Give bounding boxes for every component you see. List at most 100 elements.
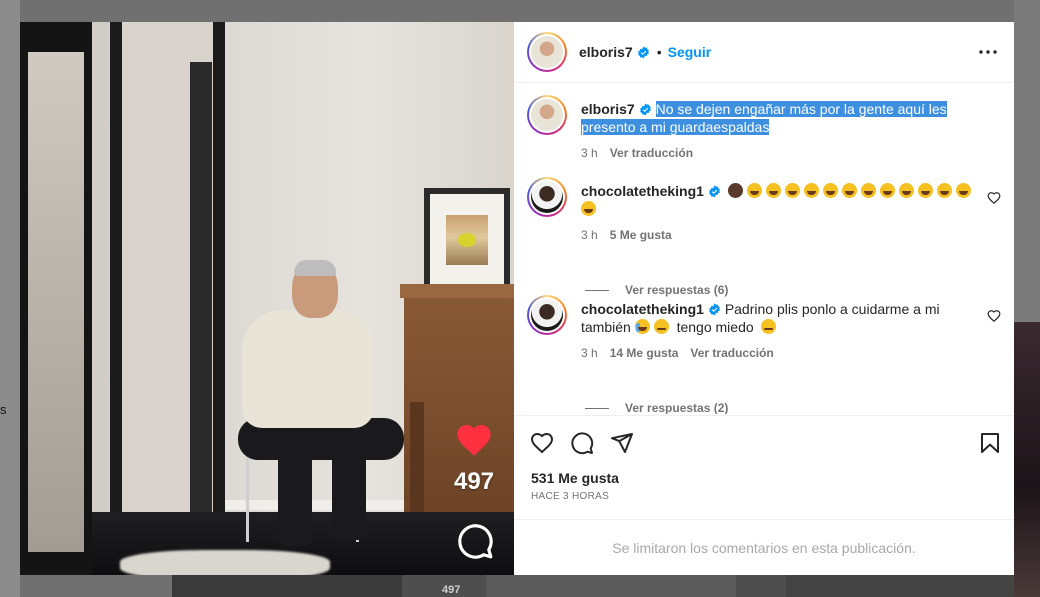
author-username[interactable]: elboris7 (579, 44, 633, 60)
verified-badge-icon (709, 185, 720, 198)
avatar-photo (531, 99, 563, 131)
caption: elboris7 No se dejen engañar más por la … (527, 95, 1001, 162)
photo-person-leg (332, 446, 366, 540)
crying-emoji-icon (634, 319, 650, 334)
photo-piano-top (400, 284, 514, 298)
post-header: elboris7 • Seguir (514, 22, 1014, 83)
translate-button[interactable]: Ver traducción (690, 344, 773, 362)
like-heart-icon[interactable] (530, 431, 554, 455)
likes-count[interactable]: 531 Me gusta (514, 470, 1014, 486)
comment-meta: 3 h 5 Me gusta (581, 226, 977, 244)
heart-outline-icon[interactable] (987, 191, 1001, 205)
avatar[interactable] (527, 95, 567, 135)
worried-emoji-icon (653, 319, 669, 334)
speech-bubble-icon[interactable] (456, 522, 494, 560)
comments-limited-notice: Se limitaron los comentarios en esta pub… (514, 519, 1014, 575)
background-text-fragment: s (0, 402, 7, 417)
laughing-emoji-icon (936, 183, 952, 198)
comment-item: chocolatetheking1 Padrino plis ponlo a c… (527, 295, 1001, 362)
comment-time: 3 h (581, 346, 598, 360)
caption-time: 3 h (581, 146, 598, 160)
laughing-emoji-icon (581, 201, 596, 216)
header-separator: • (656, 44, 662, 60)
laughing-emoji-icon (917, 183, 933, 198)
comment-likes[interactable]: 14 Me gusta (610, 344, 679, 362)
photo-person-leg (278, 446, 312, 546)
post-actions: 531 Me gusta HACE 3 HORAS (514, 415, 1014, 502)
laughing-emoji-icon (784, 183, 800, 198)
avatar-ring (529, 34, 565, 70)
avatar-photo (531, 181, 563, 213)
comment-icon[interactable] (570, 431, 594, 455)
photo-piano-leg (410, 402, 424, 530)
photo-chair-leg (246, 452, 249, 542)
avatar-photo (531, 36, 563, 68)
photo-rug (120, 550, 330, 575)
post-media[interactable]: 497 (20, 22, 514, 575)
comment-body: chocolatetheking1 3 h 5 Me gusta (581, 177, 977, 244)
verified-badge-icon (637, 46, 649, 58)
avatar[interactable] (527, 32, 567, 72)
replies-divider (585, 289, 609, 291)
avatar[interactable] (527, 177, 567, 217)
heart-outline-icon[interactable] (987, 309, 1001, 323)
caption-username[interactable]: elboris7 (581, 101, 635, 117)
laughing-emoji-icon (955, 183, 971, 198)
laughing-emoji-icon (898, 183, 914, 198)
comment-username[interactable]: chocolatetheking1 (581, 301, 704, 317)
comment-item: chocolatetheking1 3 h 5 Me gusta (527, 177, 1001, 244)
post-panel: elboris7 • Seguir elboris7 No se dejen e… (514, 22, 1014, 575)
follow-button[interactable]: Seguir (668, 44, 712, 60)
photo-person-hair (294, 260, 336, 276)
view-replies-label: Ver respuestas (2) (625, 401, 729, 414)
photo-wall-picture (424, 188, 510, 292)
translate-button[interactable]: Ver traducción (610, 144, 693, 162)
share-icon[interactable] (610, 431, 634, 455)
avatar[interactable] (527, 295, 567, 335)
laughing-emoji-icon (841, 183, 857, 198)
laughing-emoji-icon (879, 183, 895, 198)
verified-badge-icon (639, 103, 651, 116)
background-thumbnail (786, 574, 1014, 597)
background-feed-left (0, 0, 20, 597)
photo-mirror-glass (28, 52, 84, 552)
replies-divider (585, 407, 609, 409)
photo-person-shirt (242, 310, 374, 428)
reel-like-count: 497 (453, 468, 495, 495)
laughing-emoji-icon (803, 183, 819, 198)
photo-wall-picture-mat (430, 194, 504, 286)
emoji-person-icon (727, 183, 743, 198)
save-bookmark-icon[interactable] (978, 431, 1002, 455)
more-options-icon[interactable] (976, 40, 1000, 64)
avatar-ring (529, 179, 565, 215)
laughing-emoji-icon (746, 183, 762, 198)
avatar-photo (531, 299, 563, 331)
view-replies-button[interactable]: Ver respuestas (2) (585, 401, 728, 414)
comment-likes[interactable]: 5 Me gusta (610, 226, 672, 244)
background-thumbnail (172, 574, 402, 597)
caption-meta: 3 h Ver traducción (581, 144, 1001, 162)
post-timestamp: HACE 3 HORAS (531, 491, 610, 502)
laughing-emoji-icon (822, 183, 838, 198)
laughing-emoji-icon (765, 183, 781, 198)
laughing-emoji-icon (860, 183, 876, 198)
photo-door-edge (190, 62, 212, 532)
comment-body: chocolatetheking1 Padrino plis ponlo a c… (581, 295, 977, 362)
comment-username[interactable]: chocolatetheking1 (581, 183, 704, 199)
verified-badge-icon (709, 303, 720, 316)
action-icons (514, 416, 1014, 470)
comment-time: 3 h (581, 228, 598, 242)
comment-text-end: tengo miedo (676, 319, 754, 335)
caption-body: elboris7 No se dejen engañar más por la … (581, 95, 1001, 162)
comment-meta: 3 h 14 Me gusta Ver traducción (581, 344, 977, 362)
background-thumbnail-right (1014, 322, 1040, 597)
comments-list[interactable]: elboris7 No se dejen engañar más por la … (514, 84, 1014, 414)
post-modal: 497 elboris7 • Seguir elboris7 No se dej… (20, 22, 1014, 575)
avatar-ring (529, 297, 565, 333)
photo-wall-picture-art (446, 215, 488, 265)
avatar-ring (529, 97, 565, 133)
caption-text: No se dejen engañar más por la gente aqu… (581, 101, 947, 135)
background-thumbnail (486, 574, 736, 597)
heart-icon[interactable] (454, 420, 494, 460)
pensive-emoji-icon (760, 319, 776, 334)
